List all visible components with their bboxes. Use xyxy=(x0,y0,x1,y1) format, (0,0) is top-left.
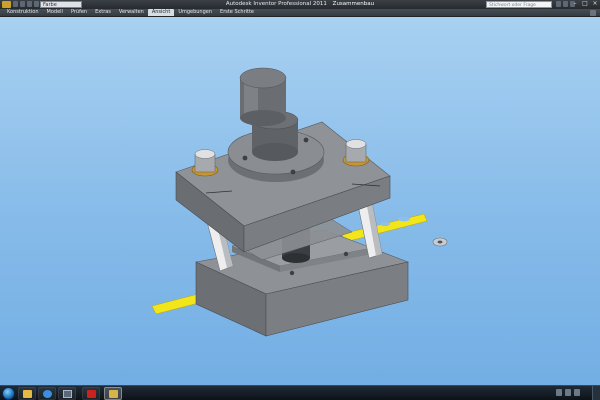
shank-lower-bottom xyxy=(252,143,298,161)
title-bar: Farbe Autodesk Inventor Professional 201… xyxy=(0,0,600,15)
binoculars-icon[interactable] xyxy=(556,1,561,7)
ribbon-tab-bar: Konstruktion Modell Prüfen Extras Verwal… xyxy=(0,9,600,17)
app-title: Autodesk Inventor Professional 2011 xyxy=(225,1,327,7)
minimize-button[interactable]: – xyxy=(570,0,580,8)
post-top-right-cap xyxy=(345,139,367,149)
taskbar-acrobat-button[interactable] xyxy=(82,387,100,400)
network-icon[interactable] xyxy=(556,389,562,396)
flange-bolt xyxy=(290,169,296,175)
taskbar-windows-explorer-button[interactable] xyxy=(58,387,76,400)
ribbon-minimize-icon[interactable] xyxy=(590,10,596,16)
explorer-icon xyxy=(23,390,32,398)
tab-pruefen[interactable]: Prüfen xyxy=(67,9,91,16)
shank-upper-bottom xyxy=(240,110,286,126)
star-icon[interactable] xyxy=(563,1,568,7)
taskbar-ie-button[interactable] xyxy=(38,387,56,400)
tab-extras[interactable]: Extras xyxy=(91,9,115,16)
system-tray xyxy=(556,389,580,396)
tab-ansicht[interactable]: Ansicht xyxy=(147,9,175,16)
windows-explorer-icon xyxy=(63,390,72,398)
strip-right[interactable] xyxy=(341,213,428,243)
flange-bolt xyxy=(303,137,309,143)
tab-konstruktion[interactable]: Konstruktion xyxy=(3,9,43,16)
punch-tip xyxy=(282,253,310,263)
internet-explorer-icon xyxy=(43,390,52,398)
screw-head xyxy=(343,251,349,257)
screw-head xyxy=(289,270,295,276)
taskbar-inventor-button[interactable] xyxy=(104,387,122,400)
show-desktop-button[interactable] xyxy=(592,386,600,400)
post-top-left-cap xyxy=(194,149,216,159)
strip-hole xyxy=(398,216,410,222)
shank-top[interactable] xyxy=(239,67,287,89)
windows-taskbar xyxy=(0,385,600,400)
flange-bolt xyxy=(242,155,248,161)
strip-hole xyxy=(380,222,390,226)
tab-modell[interactable]: Modell xyxy=(43,9,67,16)
washer-hole xyxy=(437,240,443,244)
taskbar-explorer-button[interactable] xyxy=(18,387,36,400)
tab-umgebungen[interactable]: Umgebungen xyxy=(174,9,216,16)
maximize-button[interactable]: □ xyxy=(580,0,590,8)
tab-erste-schritte[interactable]: Erste Schritte xyxy=(216,9,258,16)
assembly-model[interactable] xyxy=(0,17,600,385)
close-button[interactable]: × xyxy=(590,0,600,8)
start-button-icon[interactable] xyxy=(2,387,15,400)
tab-verwalten[interactable]: Verwalten xyxy=(115,9,148,16)
acrobat-reader-icon xyxy=(87,390,96,398)
volume-icon[interactable] xyxy=(565,389,571,396)
document-title: Zusammenbau xyxy=(332,1,375,7)
flag-icon[interactable] xyxy=(574,389,580,396)
help-search-input[interactable]: Stichwort oder Frage eingeben xyxy=(486,1,552,15)
graphics-viewport[interactable] xyxy=(0,17,600,385)
inventor-icon xyxy=(109,390,118,398)
